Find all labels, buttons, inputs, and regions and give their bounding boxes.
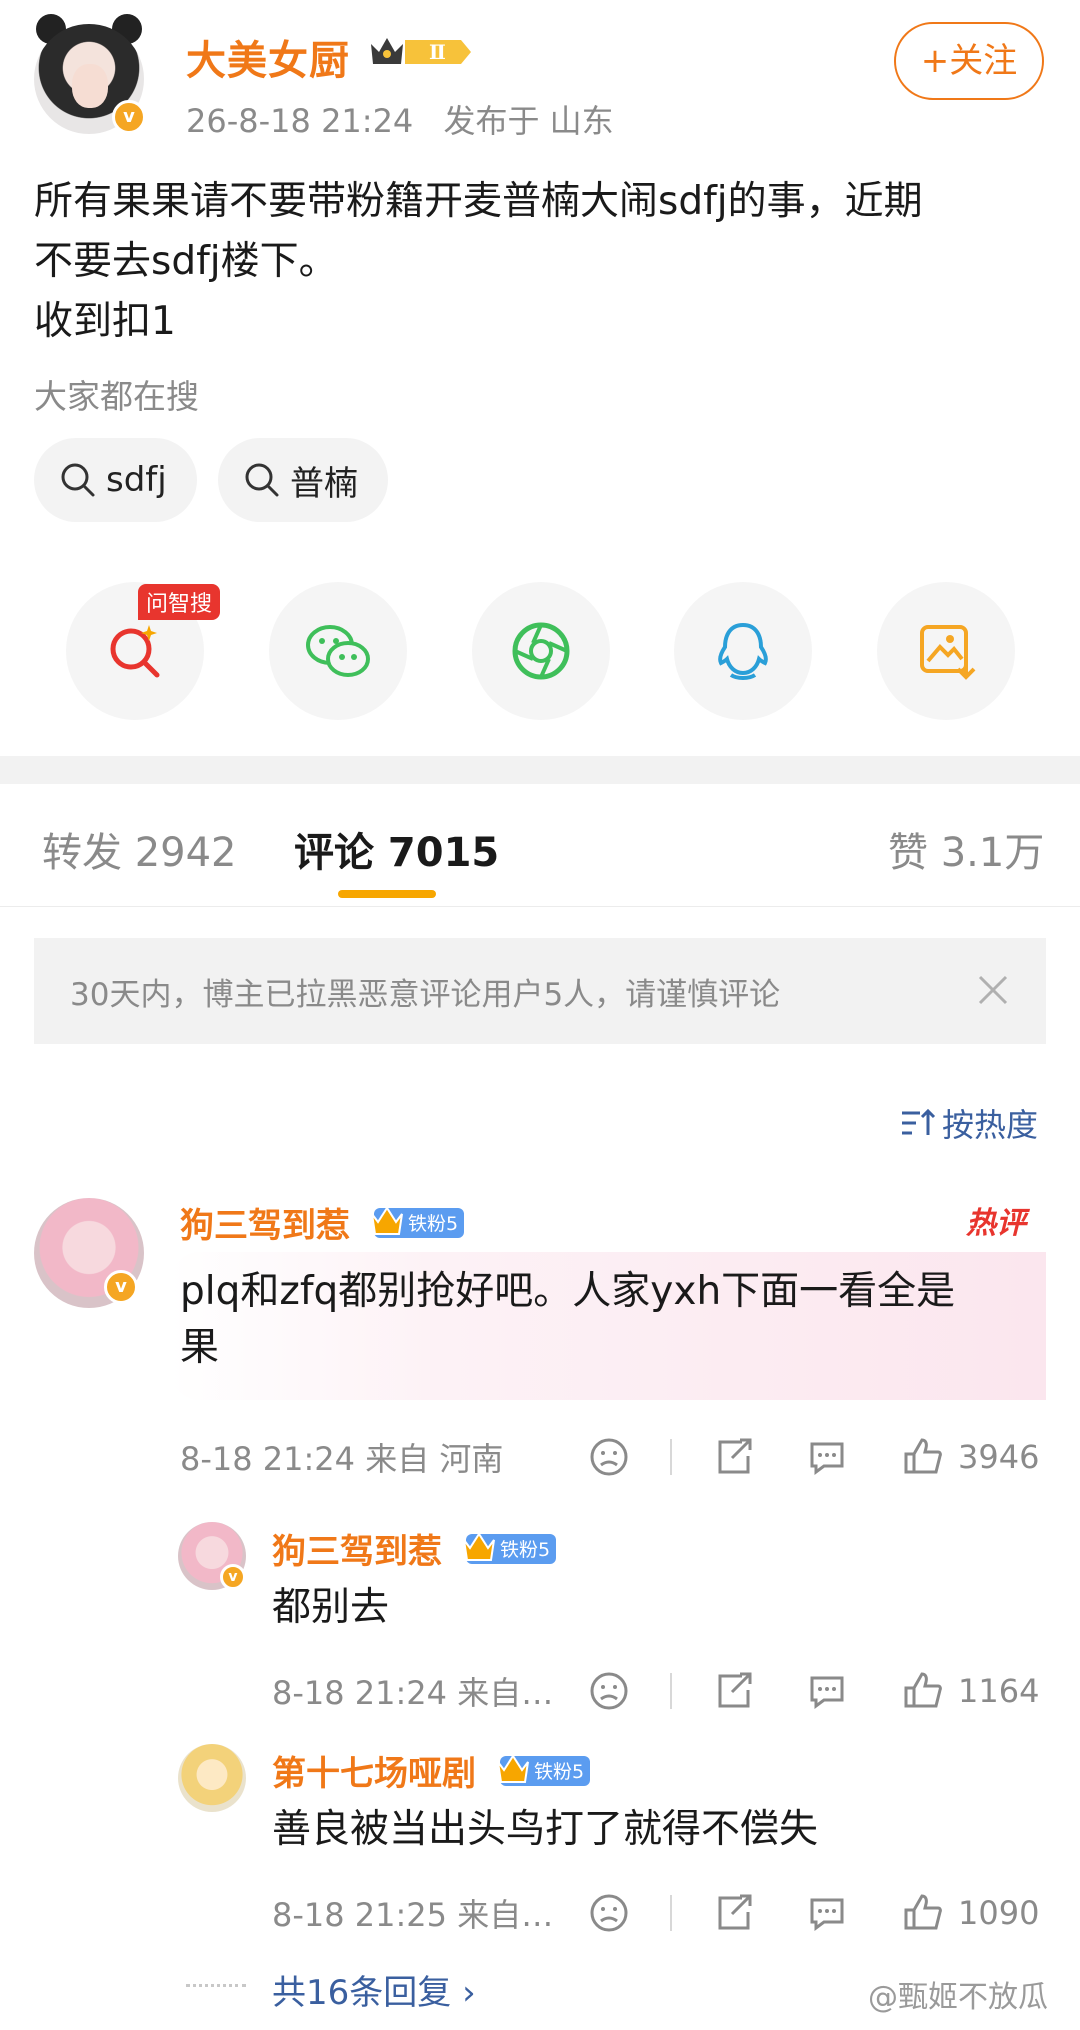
comment-notice-banner: 30天内，博主已拉黑恶意评论用户5人，请谨慎评论 — [34, 938, 1046, 1044]
watermark: @甄姬不放瓜 — [868, 1980, 1048, 2015]
reply-text: 都别去 — [272, 1585, 390, 1630]
moments-icon — [512, 622, 570, 680]
close-icon[interactable] — [974, 971, 1012, 1009]
search-icon — [245, 463, 279, 497]
comment-text: plq和zfq都别抢好吧。人家yxh下面一看全是 果 — [180, 1269, 956, 1370]
dislike-face-icon[interactable] — [588, 1892, 630, 1934]
reply-text: 善良被当出头鸟打了就得不偿失 — [272, 1807, 819, 1852]
reply-icon[interactable] — [806, 1436, 848, 1478]
author-name[interactable]: 大美女厨 Ⅱ — [186, 28, 475, 86]
reply-thread-dots — [186, 1984, 246, 1987]
post-location: 发布于 山东 — [443, 102, 614, 140]
comment-meta: 8-18 21:24 来自 河南 — [180, 1440, 504, 1478]
share-wechat-button[interactable] — [269, 582, 407, 720]
sort-icon — [902, 1108, 936, 1135]
sort-by-hot-button[interactable]: 按热度 — [900, 1100, 1038, 1146]
tab-comments[interactable]: 评论 7015 — [294, 820, 499, 878]
reply-actions: 8-18 21:25 来自… 1090 — [272, 1890, 1046, 1936]
fan-level-badge: 铁粉5 — [463, 1531, 557, 1564]
tab-divider — [0, 906, 1080, 907]
action-separator — [670, 1673, 672, 1709]
action-separator — [670, 1439, 672, 1475]
qq-icon — [718, 622, 768, 680]
ai-search-icon — [110, 625, 160, 678]
verified-icon: v — [220, 1564, 246, 1590]
crown-icon — [463, 1531, 495, 1561]
hot-comment-label: 热评 — [966, 1206, 1026, 1241]
active-tab-indicator — [338, 890, 436, 898]
wechat-icon — [306, 625, 370, 677]
trending-search-label: 大家都在搜 — [34, 377, 199, 416]
view-more-replies-link[interactable]: 共16条回复 › — [272, 1965, 476, 2014]
section-divider — [0, 756, 1080, 784]
like-icon[interactable] — [902, 1892, 944, 1934]
reply-meta: 8-18 21:25 来自… — [272, 1896, 554, 1934]
like-count: 3946 — [958, 1438, 1040, 1476]
search-chip-label: sdfj — [106, 460, 167, 500]
save-image-icon — [920, 625, 976, 680]
post-content: 所有果果请不要带粉籍开麦普楠大闹sdfj的事，近期 不要去sdfj楼下。 收到扣… — [34, 179, 923, 344]
share-icon[interactable] — [712, 1436, 754, 1478]
share-icon[interactable] — [712, 1892, 754, 1934]
tab-repost[interactable]: 转发 2942 — [42, 820, 237, 878]
post-timestamp: 26-8-18 21:24 — [186, 102, 414, 140]
fan-level-badge: 铁粉5 — [497, 1753, 591, 1786]
member-level-badge: Ⅱ — [365, 30, 475, 74]
author-avatar[interactable]: v — [30, 14, 150, 140]
crown-icon — [371, 1205, 403, 1235]
tab-likes[interactable]: 赞 3.1万 — [888, 820, 1044, 878]
search-chip-sdfj[interactable]: sdfj — [34, 438, 197, 522]
like-icon[interactable] — [902, 1670, 944, 1712]
follow-button[interactable]: +关注 — [894, 22, 1044, 100]
sort-label: 按热度 — [942, 1106, 1039, 1144]
verified-icon: v — [104, 1270, 138, 1304]
fan-level-badge: 铁粉5 — [371, 1205, 465, 1238]
post-meta: 26-8-18 21:24 发布于 山东 — [186, 96, 614, 142]
dislike-face-icon[interactable] — [588, 1436, 630, 1478]
share-icon[interactable] — [712, 1670, 754, 1712]
save-image-button[interactable] — [877, 582, 1015, 720]
crown-icon: Ⅱ — [370, 38, 471, 64]
dislike-face-icon[interactable] — [588, 1670, 630, 1712]
ai-search-tag: 问智搜 — [138, 584, 221, 620]
replier-name[interactable]: 第十七场哑剧 铁粉5 — [272, 1746, 591, 1795]
like-count: 1164 — [958, 1672, 1040, 1710]
replier-name[interactable]: 狗三驾到惹 铁粉5 — [272, 1524, 557, 1573]
reply-meta: 8-18 21:24 来自… — [272, 1674, 554, 1712]
share-moments-button[interactable] — [472, 582, 610, 720]
action-separator — [670, 1895, 672, 1931]
search-icon — [61, 463, 95, 497]
verified-icon: v — [112, 100, 146, 134]
commenter-name[interactable]: 狗三驾到惹 铁粉5 — [180, 1198, 465, 1247]
like-count: 1090 — [958, 1894, 1040, 1932]
search-chip-label: 普楠 — [290, 463, 358, 504]
search-chip-punan[interactable]: 普楠 — [218, 438, 388, 522]
crown-icon — [497, 1753, 529, 1783]
comment-actions: 8-18 21:24 来自 河南 3946 — [180, 1434, 1046, 1480]
reply-actions: 8-18 21:24 来自… 1164 — [272, 1668, 1046, 1714]
share-qq-button[interactable] — [674, 582, 812, 720]
svg-text:Ⅱ: Ⅱ — [429, 40, 447, 64]
notice-text: 30天内，博主已拉黑恶意评论用户5人，请谨慎评论 — [70, 976, 781, 1013]
reply-icon[interactable] — [806, 1670, 848, 1712]
replier-avatar[interactable] — [178, 1744, 246, 1812]
reply-icon[interactable] — [806, 1892, 848, 1934]
like-icon[interactable] — [902, 1436, 944, 1478]
